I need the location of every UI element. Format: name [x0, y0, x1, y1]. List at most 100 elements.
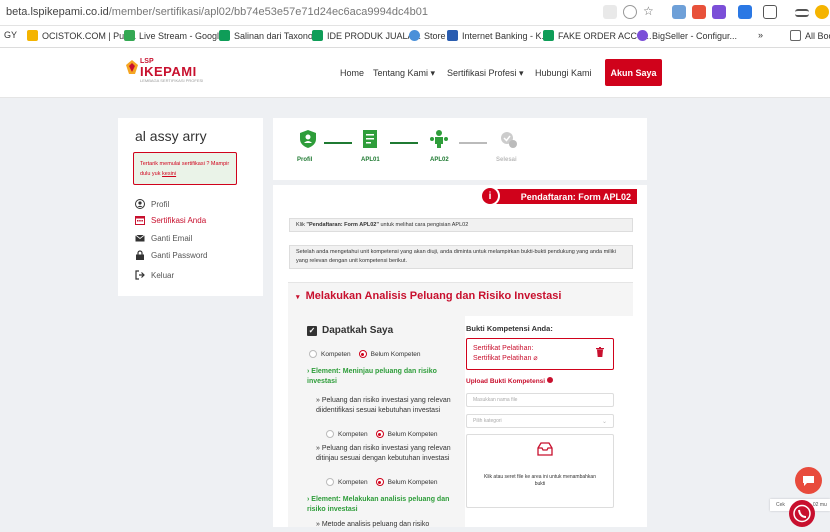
nav-sertifikasi-profesi[interactable]: Sertifikasi Profesi ▾ — [447, 68, 524, 79]
form-ribbon[interactable]: Pendaftaran: Form APL02 — [492, 189, 637, 204]
chat-bubble-icon — [803, 476, 814, 486]
chevron-down-icon: ⌄ — [601, 418, 607, 425]
extension-icon[interactable] — [738, 5, 752, 19]
bukti-title: Bukti Kompetensi Anda: — [466, 324, 553, 333]
zoom-icon[interactable] — [623, 5, 637, 19]
info-circle-icon — [546, 377, 553, 383]
radio-belum-kompeten[interactable] — [358, 350, 367, 358]
info-text: untuk melihat cara pengisian APL02 — [380, 221, 469, 228]
logo-main-text: IKEPAMI — [140, 64, 197, 79]
radio-belum-kompeten[interactable] — [375, 430, 384, 438]
radio-kompeten[interactable] — [326, 478, 334, 486]
step-connector — [390, 142, 418, 144]
nav-home[interactable]: Home — [340, 68, 364, 78]
kuk-text: » Peluang dan risiko investasi yang rele… — [316, 397, 451, 414]
extension-icon[interactable] — [692, 5, 706, 19]
bookmark-item[interactable]: OCISTOK.COM | Pus... — [27, 30, 136, 41]
lock-icon — [136, 250, 144, 260]
notice-text: Tertarik memulai sertifikasi ? Mampir du… — [140, 161, 230, 177]
sidebar-item-ganti-password[interactable]: Ganti Password — [135, 250, 207, 260]
url-text[interactable]: beta.lspikepami.co.id/member/sertifikasi… — [6, 6, 428, 18]
dapatkah-heading: ✓ Dapatkah Saya — [307, 325, 393, 336]
nav-tentang-kami[interactable]: Tentang Kami ▾ — [373, 68, 435, 79]
calendar-icon — [135, 216, 145, 225]
akun-saya-button[interactable]: Akun Saya — [605, 59, 662, 86]
sidebar-item-keluar[interactable]: Keluar — [135, 270, 174, 280]
extension-icon[interactable] — [672, 5, 686, 19]
sidebar-item-label: Sertifikasi Anda — [151, 215, 207, 225]
bookmark-item[interactable]: BigSeller - Configur... — [637, 30, 737, 41]
step-label-apl02: APL02 — [430, 157, 449, 163]
info-text-bold: "Pendaftaran: Form APL02" — [306, 221, 379, 228]
radio-kompeten[interactable] — [309, 350, 317, 358]
step-label-profil: Profil — [297, 157, 313, 163]
sheets-icon — [312, 30, 323, 41]
bookmark-icon — [27, 30, 38, 41]
info-icon[interactable]: i — [480, 186, 500, 206]
bookmark-item[interactable]: Salinan dari Taxono... — [219, 30, 320, 41]
info-box-petunjuk: Klik "Pendaftaran: Form APL02" untuk mel… — [289, 218, 633, 232]
all-bookmarks[interactable]: All Bool — [790, 30, 830, 41]
sidebar-item-sertifikasi[interactable]: Sertifikasi Anda — [135, 215, 206, 225]
kuk-radio-group: Kompeten Belum Kompeten — [326, 478, 438, 486]
nav-hubungi-kami[interactable]: Hubungi Kami — [535, 68, 592, 78]
bookmark-item[interactable]: FAKE ORDER ACCO... — [543, 30, 652, 41]
sidebar-item-ganti-email[interactable]: Ganti Email — [135, 233, 192, 243]
apl02-people-icon — [430, 130, 448, 148]
trash-icon[interactable] — [596, 347, 604, 357]
bookmark-item[interactable]: Live Stream - Googl... — [124, 30, 227, 41]
section-title[interactable]: ▾ Melakukan Analisis Peluang dan Risiko … — [296, 290, 561, 302]
translate-icon[interactable] — [603, 5, 617, 19]
radio-label: Kompeten — [338, 478, 368, 486]
notice-box: Tertarik memulai sertifikasi ? Mampir du… — [133, 152, 237, 185]
sertifikat-text[interactable]: Sertifikat Pelatihan: Sertifikat Pelatih… — [473, 344, 538, 364]
step-connector — [459, 142, 487, 144]
checkbox-checked-icon[interactable]: ✓ — [307, 325, 317, 336]
upload-label-text: Upload Bukti Kompetensi — [466, 378, 546, 385]
cek-text: Cek — [776, 502, 785, 508]
user-icon — [135, 199, 145, 209]
element-title[interactable]: › Element: Meninjau peluang dan risiko i… — [307, 367, 457, 387]
bookmark-item[interactable]: Internet Banking - K... — [447, 30, 549, 41]
kuk-radio-group: Kompeten Belum Kompeten — [326, 430, 438, 438]
bigseller-icon — [637, 30, 648, 41]
step-label-apl01: APL01 — [361, 157, 380, 163]
upload-label: Upload Bukti Kompetensi — [466, 377, 553, 385]
notice-link[interactable]: kesini — [162, 171, 176, 177]
select-placeholder: Pilih kategori — [473, 418, 502, 424]
extension-icon[interactable] — [712, 5, 726, 19]
apl01-document-icon — [363, 130, 377, 148]
sertifikat-name: Sertifikat Pelatihan — [473, 355, 532, 362]
profil-shield-icon — [300, 130, 316, 148]
bookmark-item[interactable]: GY — [4, 30, 17, 40]
avatar[interactable] — [815, 5, 829, 19]
chat-button[interactable] — [795, 467, 822, 494]
whatsapp-button[interactable] — [789, 500, 815, 527]
section-title-text: Melakukan Analisis Peluang dan Risiko In… — [305, 290, 562, 302]
bookmark-item[interactable]: Store — [409, 30, 446, 41]
folder-icon — [790, 30, 801, 41]
heading-text: Dapatkah Saya — [322, 325, 394, 336]
kategori-select[interactable]: Pilih kategori ⌄ — [466, 414, 614, 428]
puzzle-icon[interactable] — [763, 5, 777, 19]
sertifikat-line: Sertifikat Pelatihan ⌀ — [473, 354, 538, 364]
bookmarks-more[interactable]: » — [758, 30, 763, 40]
bank-icon — [447, 30, 458, 41]
sertifikat-line: Sertifikat Pelatihan: — [473, 345, 534, 352]
file-name-input[interactable]: Masukkan nama file — [466, 393, 614, 407]
menu-icon[interactable] — [795, 9, 809, 17]
bookmark-item[interactable]: IDE PRODUK JUALA... — [312, 30, 421, 41]
sheets-icon — [219, 30, 230, 41]
logo-sub-text: LEMBAGA SERTIFIKASI PROFESI — [140, 78, 204, 83]
sidebar-item-profil[interactable]: Profil — [135, 199, 169, 209]
radio-belum-kompeten[interactable] — [375, 478, 384, 486]
browser-url-bar[interactable]: beta.lspikepami.co.id/member/sertifikasi… — [0, 0, 830, 26]
radio-kompeten[interactable] — [326, 430, 334, 438]
bookmarks-bar: GY OCISTOK.COM | Pus... Live Stream - Go… — [0, 26, 830, 48]
paperclip-icon[interactable]: ⌀ — [533, 355, 537, 362]
user-name: al assy arry — [135, 128, 207, 144]
kuk-text: » Peluang dan risiko investasi yang rele… — [316, 445, 451, 462]
step-connector — [324, 142, 352, 144]
element-title[interactable]: › Element: Melakukan analisis peluang da… — [307, 495, 457, 515]
star-icon[interactable]: ☆ — [643, 4, 654, 18]
